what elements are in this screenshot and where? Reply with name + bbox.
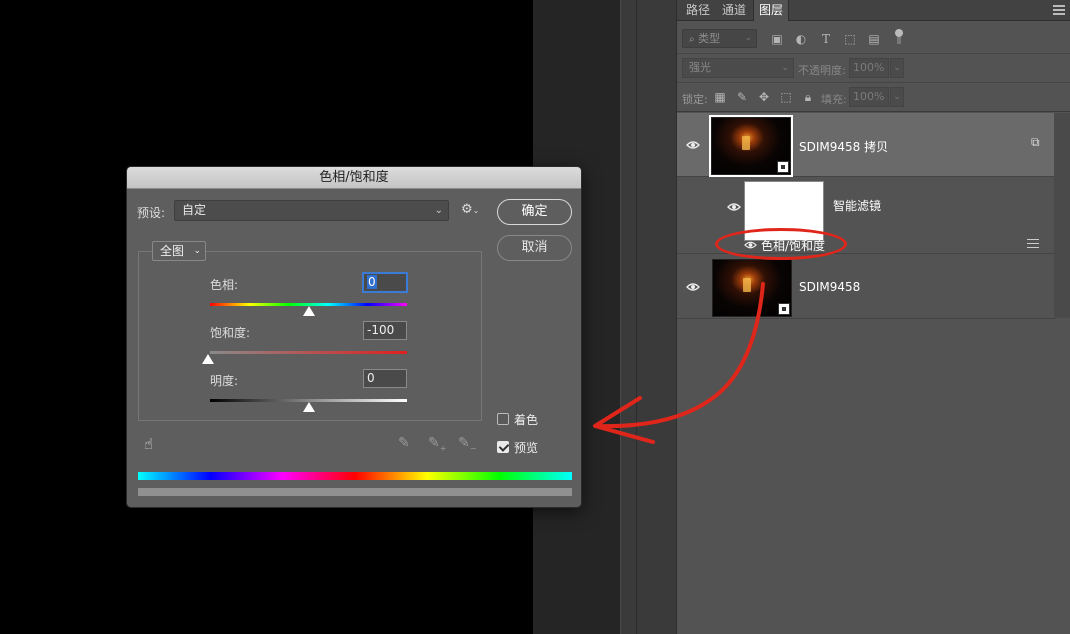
tab-layers[interactable]: 图层 xyxy=(753,0,789,21)
cancel-button[interactable]: 取消 xyxy=(497,235,572,261)
opacity-chevron-icon[interactable]: ⌄ xyxy=(890,58,904,78)
layer-name: SDIM9458 xyxy=(799,280,861,294)
filter-blending-options-icon[interactable] xyxy=(1027,239,1039,249)
smart-filter-link-icon[interactable]: ⧉ xyxy=(1031,135,1047,149)
colorize-label[interactable]: 着色 xyxy=(514,411,538,428)
blend-mode-value: 强光 xyxy=(689,61,711,74)
opacity-input[interactable]: 100% xyxy=(849,58,889,78)
dialog-title[interactable]: 色相/饱和度 xyxy=(127,167,581,189)
eyedropper-subtract-icon[interactable]: ✎− xyxy=(458,435,476,453)
eyedropper-icon[interactable]: ✎ xyxy=(398,435,410,451)
panel-scrollbar[interactable] xyxy=(1054,113,1070,318)
layer-thumbnail xyxy=(712,259,792,317)
fill-input[interactable]: 100% xyxy=(849,87,889,107)
filter-kind-select[interactable]: ⌕ 类型 ⌄ xyxy=(682,29,757,48)
channel-select[interactable]: 全图 ⌄ xyxy=(152,241,206,261)
hue-value: 0 xyxy=(367,275,377,289)
saturation-slider-track[interactable] xyxy=(210,351,407,354)
hue-input[interactable]: 0 xyxy=(363,273,407,292)
eyedropper-add-icon[interactable]: ✎+ xyxy=(428,435,446,453)
eye-icon[interactable] xyxy=(744,240,757,250)
search-icon: ⌕ xyxy=(689,34,695,45)
shape-filter-icon[interactable]: ⬚ xyxy=(843,32,857,46)
saturation-slider-thumb[interactable] xyxy=(202,354,214,364)
preset-value: 自定 xyxy=(182,203,207,217)
hue-slider-thumb[interactable] xyxy=(303,306,315,316)
lock-pixels-icon[interactable]: ✎ xyxy=(735,90,749,104)
ok-button[interactable]: 确定 xyxy=(497,199,572,225)
lock-label: 锁定: xyxy=(682,93,708,106)
tab-paths[interactable]: 路径 xyxy=(681,0,715,21)
opacity-label: 不透明度: xyxy=(798,64,846,77)
panel-divider xyxy=(620,0,636,634)
lock-position-icon[interactable]: ✥ xyxy=(757,90,771,104)
lightness-input[interactable]: 0 xyxy=(363,369,407,388)
collapsed-panel-strip xyxy=(636,0,676,634)
eye-icon[interactable] xyxy=(727,202,741,212)
gear-icon[interactable]: ⚙⌄ xyxy=(461,202,479,217)
input-color-spectrum xyxy=(138,472,572,480)
filter-kind-label: 类型 xyxy=(698,32,721,45)
adjustment-group xyxy=(138,251,482,421)
hue-saturation-filter-label[interactable]: 色相/饱和度 xyxy=(761,237,825,254)
chevron-down-icon: ⌄ xyxy=(193,246,201,256)
hue-label: 色相: xyxy=(210,278,239,292)
layer-filter-row: ⌕ 类型 ⌄ ▣ ◐ T ⬚ ▤ xyxy=(677,22,1070,54)
colorize-checkbox[interactable] xyxy=(497,413,509,425)
lock-artboard-icon[interactable]: ⬚ xyxy=(779,90,793,104)
tab-channels[interactable]: 通道 xyxy=(717,0,751,21)
image-filter-icon[interactable]: ▣ xyxy=(770,32,784,46)
layer-row-copy[interactable]: SDIM9458 拷贝 ⧉ ⌃ xyxy=(677,113,1069,177)
fill-label: 填充: xyxy=(821,93,847,106)
targeted-adjustment-hand-icon[interactable]: ☝ xyxy=(144,435,153,453)
lightness-slider-thumb[interactable] xyxy=(303,402,315,412)
layer-name: SDIM9458 拷贝 xyxy=(799,140,889,154)
lock-transparent-icon[interactable]: ▦ xyxy=(713,90,727,104)
type-filter-icon[interactable]: T xyxy=(819,32,833,46)
blend-row: 强光 ⌄ 不透明度: 100% ⌄ xyxy=(677,55,1070,83)
blend-mode-select[interactable]: 强光 ⌄ xyxy=(682,58,794,78)
panel-tabbar: 路径 通道 图层 xyxy=(677,0,1070,21)
panel-menu-icon[interactable] xyxy=(1053,5,1065,15)
preset-label: 预设: xyxy=(137,206,166,220)
smart-filter-mask-thumbnail xyxy=(744,181,824,241)
preset-select[interactable]: 自定 ⌄ xyxy=(174,200,449,221)
smart-object-filter-icon[interactable]: ▤ xyxy=(867,32,881,46)
filter-toggle[interactable] xyxy=(895,29,903,44)
chevron-down-icon: ⌄ xyxy=(744,33,752,43)
eye-icon[interactable] xyxy=(686,282,700,292)
fill-chevron-icon[interactable]: ⌄ xyxy=(890,87,904,107)
lock-all-icon[interactable]: 🔒︎ xyxy=(801,90,815,104)
eye-icon[interactable] xyxy=(686,140,700,150)
saturation-input[interactable]: -100 xyxy=(363,321,407,340)
output-color-spectrum xyxy=(138,488,572,496)
lightness-label: 明度: xyxy=(210,374,239,388)
smart-object-icon xyxy=(778,303,790,315)
saturation-label: 饱和度: xyxy=(210,326,251,340)
smart-filter-label: 智能滤镜 xyxy=(833,199,882,213)
smart-filters-row[interactable]: 智能滤镜 色相/饱和度 xyxy=(677,178,1055,254)
channel-value: 全图 xyxy=(160,244,185,258)
hue-saturation-dialog: 色相/饱和度 预设: 自定 ⌄ ⚙⌄ 确定 取消 全图 ⌄ 色相: 0 饱和度:… xyxy=(126,166,582,508)
layer-thumbnail xyxy=(709,115,793,177)
layer-row-original[interactable]: SDIM9458 xyxy=(677,255,1055,319)
chevron-down-icon: ⌄ xyxy=(434,205,443,216)
preview-checkbox[interactable] xyxy=(497,441,509,453)
chevron-down-icon: ⌄ xyxy=(781,63,789,73)
smart-object-icon xyxy=(777,161,789,173)
lock-row: 锁定: ▦ ✎ ✥ ⬚ 🔒︎ 填充: 100% ⌄ xyxy=(677,84,1070,112)
adjustment-filter-icon[interactable]: ◐ xyxy=(794,32,808,46)
layers-panel: 路径 通道 图层 ⌕ 类型 ⌄ ▣ ◐ T ⬚ ▤ 强光 ⌄ 不透明度: 100… xyxy=(676,0,1070,634)
preview-label[interactable]: 预览 xyxy=(514,439,538,456)
